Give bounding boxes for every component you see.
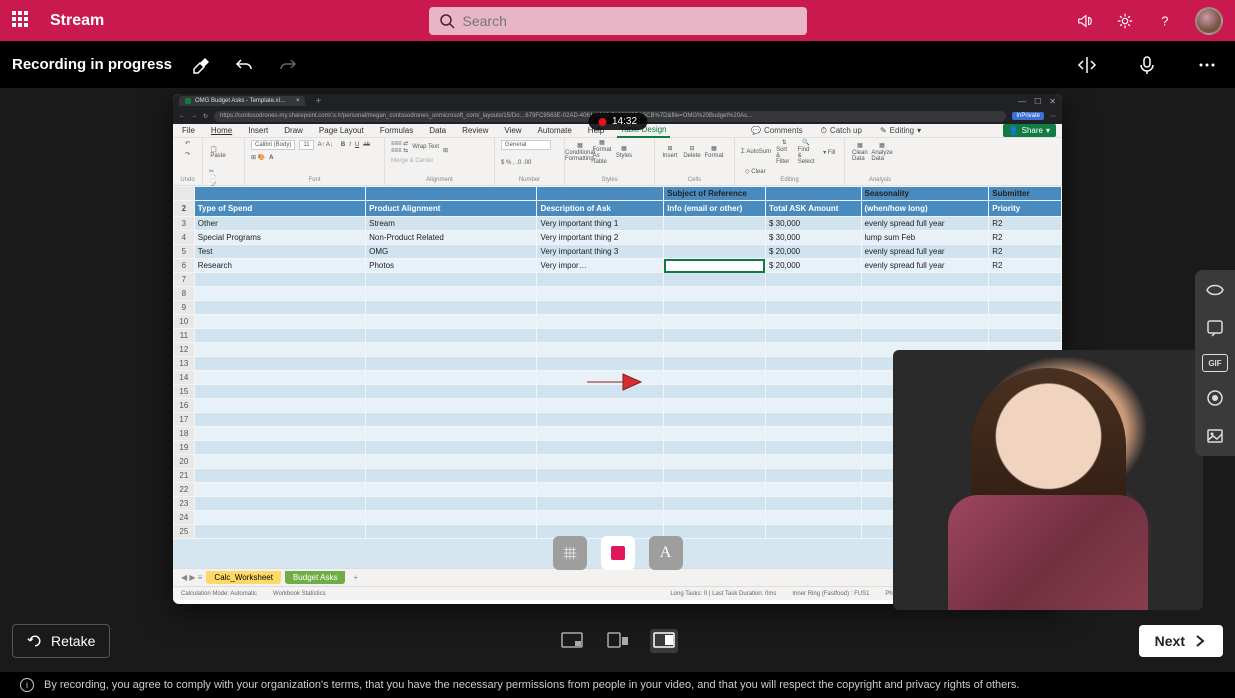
redo-icon[interactable]	[272, 49, 304, 81]
menu-insert[interactable]: Insert	[245, 124, 271, 137]
megaphone-icon[interactable]	[1075, 11, 1095, 31]
table-row: 4Special ProgramsNon-Product RelatedVery…	[174, 231, 1062, 245]
undo-icon[interactable]	[228, 49, 260, 81]
clean-data-icon[interactable]: ▦Clean Data	[851, 140, 869, 164]
menu-draw[interactable]: Draw	[281, 124, 306, 137]
delete-cells-icon[interactable]: ⊟Delete	[683, 140, 701, 164]
disclaimer-footer: i By recording, you agree to comply with…	[0, 672, 1235, 698]
effects-button[interactable]	[553, 536, 587, 570]
effects-toolbar: GIF	[1195, 270, 1235, 456]
sheet-tab-budget[interactable]: Budget Asks	[285, 571, 345, 584]
browser-tab-title: OMG Budget Asks - Template.xl…	[195, 98, 286, 104]
image-icon[interactable]	[1203, 424, 1227, 448]
table-row: 3OtherStreamVery important thing 1$ 30,0…	[174, 217, 1062, 231]
menu-file[interactable]: File	[179, 124, 198, 137]
recording-toolbar: Recording in progress	[0, 41, 1235, 88]
app-header: Stream ?	[0, 0, 1235, 41]
catchup-button[interactable]: ⏱ Catch up	[817, 125, 866, 137]
recording-stage: OMG Budget Asks - Template.xl…× + —☐✕ ←→…	[0, 88, 1235, 610]
profile-badge[interactable]: InPrivate	[1012, 112, 1044, 120]
selected-cell	[664, 259, 766, 273]
retake-button[interactable]: Retake	[12, 624, 110, 658]
mic-icon[interactable]	[1131, 49, 1163, 81]
table-row: 5TestOMGVery important thing 3$ 20,000ev…	[174, 245, 1062, 259]
filter-icon[interactable]	[1203, 278, 1227, 302]
menu-formulas[interactable]: Formulas	[377, 124, 416, 137]
sheet-tab-calc[interactable]: Calc_Worksheet	[206, 571, 281, 584]
editing-button[interactable]: ✎ Editing ▾	[876, 125, 925, 136]
search-box[interactable]	[429, 7, 807, 35]
comments-button[interactable]: 💬 Comments	[747, 125, 807, 136]
recording-timer: 14:32	[588, 113, 647, 130]
menu-data[interactable]: Data	[426, 124, 449, 137]
disclaimer-text: By recording, you agree to comply with y…	[44, 679, 1019, 691]
stop-icon	[611, 546, 625, 560]
view-screen-icon[interactable]	[558, 629, 586, 653]
user-avatar[interactable]	[1195, 7, 1223, 35]
stop-recording-button[interactable]	[601, 536, 635, 570]
share-button[interactable]: 👤 Share ▾	[1003, 124, 1056, 137]
retake-icon	[27, 633, 43, 649]
menu-review[interactable]: Review	[459, 124, 491, 137]
gif-icon[interactable]: GIF	[1202, 354, 1228, 372]
eraser-icon[interactable]	[184, 49, 216, 81]
menu-home[interactable]: Home	[208, 124, 235, 137]
menu-view[interactable]: View	[501, 124, 524, 137]
svg-text:?: ?	[1161, 14, 1168, 28]
analyze-icon[interactable]: ▦Analyze Data	[873, 140, 891, 164]
view-split-icon[interactable]	[650, 629, 678, 653]
chevron-right-icon	[1193, 634, 1207, 648]
search-icon	[439, 13, 455, 29]
record-dot-icon	[598, 118, 606, 126]
menu-automate[interactable]: Automate	[535, 124, 575, 137]
menu-pagelayout[interactable]: Page Layout	[316, 124, 367, 137]
note-icon[interactable]	[1203, 316, 1227, 340]
recording-controls: A	[553, 536, 683, 570]
app-launcher-icon[interactable]	[12, 11, 32, 31]
styles-icon[interactable]: ▦Styles	[615, 140, 633, 164]
browser-tab[interactable]: OMG Budget Asks - Template.xl…×	[179, 96, 305, 106]
settings-icon[interactable]	[1115, 11, 1135, 31]
recording-status: Recording in progress	[12, 56, 172, 73]
app-name: Stream	[50, 12, 104, 30]
mirror-icon[interactable]	[1071, 49, 1103, 81]
find-icon[interactable]: 🔍Find & Select	[797, 140, 815, 164]
blur-icon[interactable]	[1203, 386, 1227, 410]
table-row: 6ResearchPhotosVery impor…$ 20,000evenly…	[174, 259, 1062, 273]
search-input[interactable]	[463, 13, 797, 29]
view-mode-switch	[558, 629, 678, 653]
sort-icon[interactable]: ⇅Sort & Filter	[775, 140, 793, 164]
webcam-overlay[interactable]	[893, 350, 1203, 610]
help-icon[interactable]: ?	[1155, 11, 1175, 31]
format-cells-icon[interactable]: ▦Format	[705, 140, 723, 164]
excel-ribbon: ↶↷Undo 📋Paste✂📄🖌Clipboard Calibri (Body)…	[173, 138, 1062, 186]
next-button[interactable]: Next	[1139, 625, 1223, 657]
text-button[interactable]: A	[649, 536, 683, 570]
paste-icon[interactable]: 📋Paste	[209, 140, 227, 164]
excel-favicon-icon	[185, 98, 191, 104]
info-icon: i	[20, 678, 34, 692]
format-table-icon[interactable]: ▦Format As Table	[593, 140, 611, 164]
bottom-bar: Retake Next	[0, 610, 1235, 672]
view-pip-icon[interactable]	[604, 629, 632, 653]
window-controls[interactable]: —☐✕	[1018, 97, 1056, 106]
insert-cells-icon[interactable]: ⊞Insert	[661, 140, 679, 164]
more-icon[interactable]	[1191, 49, 1223, 81]
browser-titlebar: OMG Budget Asks - Template.xl…× + —☐✕	[173, 94, 1062, 108]
cond-format-icon[interactable]: ▦Conditional Formatting	[571, 140, 589, 164]
